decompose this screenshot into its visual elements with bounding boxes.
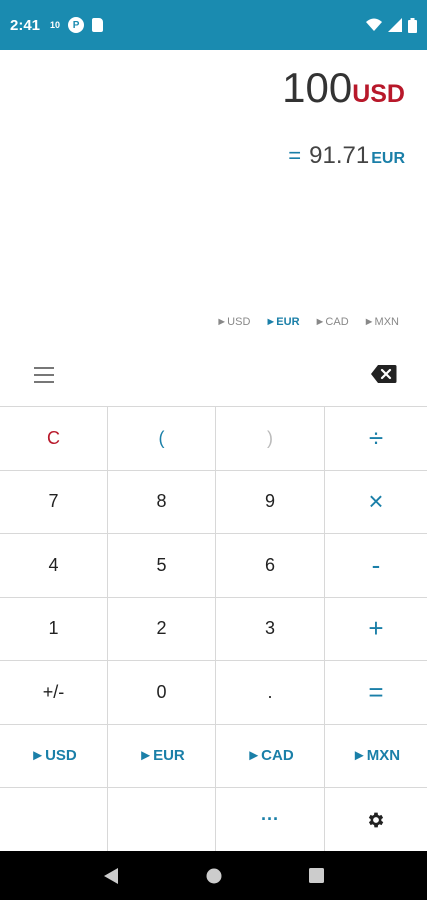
digit-3-button[interactable]: 3 xyxy=(216,597,325,660)
status-small-label: 10 xyxy=(50,20,61,30)
home-icon[interactable] xyxy=(206,868,222,884)
gear-icon xyxy=(368,812,384,828)
currency-chip-usd[interactable]: ►USD xyxy=(216,316,250,328)
notification-icon-label: P xyxy=(72,19,80,31)
digit-5-button[interactable]: 5 xyxy=(108,534,216,597)
currency-chip-cad[interactable]: ►CAD xyxy=(315,316,349,328)
open-paren-button[interactable]: ( xyxy=(108,407,216,470)
result-currency: EUR xyxy=(371,150,405,167)
decimal-button[interactable]: . xyxy=(216,661,325,724)
digit-1-button[interactable]: 1 xyxy=(0,597,108,660)
keypad-row: ►USD ►EUR ►CAD ►MXN xyxy=(0,724,427,788)
empty-key xyxy=(0,788,108,852)
input-amount[interactable]: 100 USD xyxy=(282,64,405,112)
digit-9-button[interactable]: 9 xyxy=(216,470,325,533)
keypad-row: 1 2 3 + xyxy=(0,597,427,661)
currency-chip-eur[interactable]: ►EUR xyxy=(265,316,299,328)
toolbar xyxy=(0,350,427,405)
equals-button[interactable]: = xyxy=(325,661,427,724)
input-currency: USD xyxy=(352,80,405,108)
keypad-row: ··· xyxy=(0,788,427,852)
empty-key xyxy=(108,788,216,852)
currency-usd-button[interactable]: ►USD xyxy=(0,724,108,787)
currency-cad-button[interactable]: ►CAD xyxy=(216,724,325,787)
status-bar: 2:41 10 P xyxy=(0,0,427,50)
minus-button[interactable]: - xyxy=(325,534,427,597)
sd-card-icon xyxy=(92,18,104,32)
digit-0-button[interactable]: 0 xyxy=(108,661,216,724)
negate-button[interactable]: +/- xyxy=(0,661,108,724)
status-right-icons xyxy=(366,17,417,33)
currency-mxn-button[interactable]: ►MXN xyxy=(325,725,427,788)
close-paren-button[interactable]: ) xyxy=(216,407,325,470)
digit-7-button[interactable]: 7 xyxy=(0,470,108,533)
conversion-result: = 91.71 EUR xyxy=(288,142,405,170)
settings-button[interactable] xyxy=(325,788,427,852)
keypad-row: C ( ) ÷ xyxy=(0,407,427,471)
status-time: 2:41 xyxy=(10,16,41,34)
result-prefix: = xyxy=(288,143,302,168)
result-value: 91.71 xyxy=(309,142,370,169)
back-icon[interactable] xyxy=(103,867,119,885)
navigation-bar xyxy=(0,851,427,900)
calculator-screen: 2:41 10 P 100 USD = 91.71 EUR ►USD ►EUR … xyxy=(0,0,427,900)
currency-chip-mxn[interactable]: ►MXN xyxy=(364,316,399,328)
keypad: C ( ) ÷ 7 8 9 × 4 5 6 - 1 2 3 + +/- 0 . … xyxy=(0,406,427,852)
currency-strip: ►USD ►EUR ►CAD ►MXN xyxy=(216,316,399,328)
keypad-row: 4 5 6 - xyxy=(0,534,427,598)
backspace-icon[interactable] xyxy=(371,364,397,384)
recents-icon[interactable] xyxy=(308,868,324,883)
battery-icon xyxy=(408,17,417,33)
digit-8-button[interactable]: 8 xyxy=(108,470,216,533)
keypad-row: 7 8 9 × xyxy=(0,470,427,534)
menu-icon[interactable] xyxy=(34,367,54,383)
currency-eur-button[interactable]: ►EUR xyxy=(108,724,216,787)
wifi-icon xyxy=(366,18,382,31)
display-area: 100 USD = 91.71 EUR ►USD ►EUR ►CAD ►MXN xyxy=(0,50,427,350)
clear-button[interactable]: C xyxy=(0,407,108,470)
cell-signal-icon xyxy=(388,18,402,32)
more-currencies-button[interactable]: ··· xyxy=(216,788,325,852)
digit-2-button[interactable]: 2 xyxy=(108,597,216,660)
notification-icon: P xyxy=(68,17,85,33)
input-value: 100 xyxy=(282,64,353,111)
keypad-row: +/- 0 . = xyxy=(0,661,427,725)
divide-button[interactable]: ÷ xyxy=(325,407,427,470)
digit-6-button[interactable]: 6 xyxy=(216,534,325,597)
digit-4-button[interactable]: 4 xyxy=(0,534,108,597)
multiply-button[interactable]: × xyxy=(325,471,427,534)
plus-button[interactable]: + xyxy=(325,598,427,661)
